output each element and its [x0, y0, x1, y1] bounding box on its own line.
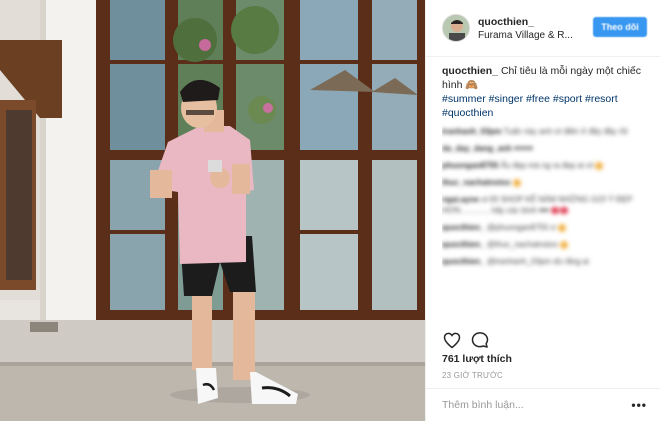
- comment-item: quocthien_ @thuc_nachatnstox: [442, 239, 647, 250]
- post-side-panel: quocthien_ Furama Village & R... Theo dõ…: [425, 0, 660, 421]
- post-header: quocthien_ Furama Village & R... Theo dõ…: [426, 0, 660, 57]
- comment-user[interactable]: quocthien_: [442, 257, 485, 266]
- post-hashtags[interactable]: #summer #singer #free #sport #resort #qu…: [442, 92, 647, 120]
- post-username[interactable]: quocthien_: [478, 16, 534, 28]
- comment-input[interactable]: [442, 397, 612, 413]
- heart-emoji-icon: [559, 207, 568, 215]
- comment-user[interactable]: phuongan8755: [442, 161, 498, 170]
- comment-text: ♥♥♥♥: [514, 144, 534, 153]
- comment-user[interactable]: ngai.ayne: [442, 195, 479, 204]
- emoji-icon: [559, 240, 568, 249]
- comment-bubble-icon: [471, 332, 489, 348]
- comment-item: tranhanh_03pm Tuấn này anh ơi điền ở đây…: [442, 126, 647, 137]
- post-timestamp[interactable]: 23 GIỜ TRƯỚC: [442, 371, 503, 380]
- comment-button[interactable]: [470, 330, 490, 350]
- post-caption: quocthien_ Chỉ tiêu là mỗi ngày một chiế…: [442, 64, 647, 92]
- post-location[interactable]: Furama Village & R...: [478, 30, 606, 41]
- comment-item: da_day_dang_anh ♥♥♥♥: [442, 143, 647, 154]
- comment-text: @phuongan8755 ơ: [486, 223, 556, 232]
- follow-button[interactable]: Theo dõi: [593, 17, 647, 37]
- comment-item: quocthien_ @phuongan8755 ơ: [442, 222, 647, 233]
- add-comment-bar: •••: [426, 388, 660, 421]
- comment-item: quocthien_ @tranhanh_03pm dù rằng ai: [442, 256, 647, 267]
- heart-emoji-icon: [550, 207, 559, 215]
- avatar-photo-icon: [443, 15, 469, 41]
- comments-list[interactable]: quocthien_ Chỉ tiêu là mỗi ngày một chiế…: [442, 64, 647, 332]
- comment-user[interactable]: da_day_dang_anh: [442, 144, 512, 153]
- avatar[interactable]: [442, 14, 470, 42]
- like-count[interactable]: 761 lượt thích: [442, 353, 512, 365]
- heart-icon: [443, 332, 461, 349]
- like-button[interactable]: [442, 330, 462, 350]
- comment-user[interactable]: thuc_nachatnstox: [442, 178, 510, 187]
- comment-text: Ấu đẹp mà ng ra đẹp ai ơi: [500, 161, 594, 170]
- emoji-icon: [512, 178, 521, 187]
- comment-user[interactable]: tranhanh_03pm: [442, 127, 502, 136]
- emoji-icon: [595, 161, 604, 170]
- post-actions: [426, 330, 660, 352]
- comment-user[interactable]: quocthien_: [442, 223, 485, 232]
- comment-user[interactable]: quocthien_: [442, 240, 485, 249]
- comment-text: Tuấn này anh ơi điền ở đây đây rồi: [503, 127, 628, 136]
- comment-item: thuc_nachatnstox: [442, 177, 647, 188]
- comment-item: ngai.ayne ơi ĐI SHOP KẾ NÀM NHỮNG GỢI Ý …: [442, 194, 647, 216]
- more-options-icon[interactable]: •••: [631, 398, 647, 412]
- comment-item: phuongan8755 Ấu đẹp mà ng ra đẹp ai ơi: [442, 160, 647, 171]
- post-photo-image: [0, 0, 425, 421]
- post-photo[interactable]: [0, 0, 425, 421]
- comment-text: @tranhanh_03pm dù rằng ai: [486, 257, 589, 266]
- emoji-icon: [558, 223, 567, 232]
- comment-text: @thuc_nachatnstox: [486, 240, 558, 249]
- caption-username[interactable]: quocthien_: [442, 65, 498, 77]
